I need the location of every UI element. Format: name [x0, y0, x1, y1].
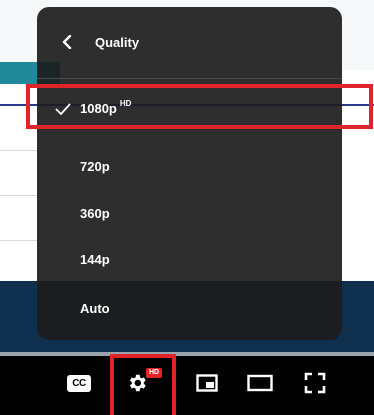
selected-option-highlight: [26, 84, 373, 129]
theater-mode-button[interactable]: [246, 372, 274, 394]
quality-option-label: Auto: [80, 301, 110, 316]
subtitles-button[interactable]: CC: [66, 372, 92, 394]
quality-option-360p[interactable]: 360p: [37, 194, 342, 234]
miniplayer-icon: [196, 374, 218, 392]
settings-button-highlight: [110, 354, 176, 415]
chevron-left-icon[interactable]: [61, 35, 73, 49]
quality-option-720p[interactable]: 720p: [37, 147, 342, 187]
fullscreen-button[interactable]: [302, 372, 328, 394]
quality-menu-title: Quality: [95, 35, 140, 50]
quality-option-auto[interactable]: Auto: [37, 289, 342, 329]
quality-menu-header[interactable]: Quality: [37, 7, 342, 77]
subtitles-icon: CC: [67, 374, 91, 392]
player-controls: CC: [18, 362, 353, 408]
subtitles-icon-text: CC: [72, 377, 86, 389]
menu-divider: [37, 78, 342, 79]
theater-mode-icon: [247, 374, 273, 392]
quality-option-label: 360p: [80, 206, 110, 221]
quality-option-label: 720p: [80, 159, 110, 174]
miniplayer-button[interactable]: [194, 372, 220, 394]
quality-menu: Quality 1080p HD 720p 360p 144p Auto: [37, 7, 342, 340]
fullscreen-icon: [304, 372, 326, 394]
quality-option-144p[interactable]: 144p: [37, 240, 342, 280]
quality-option-label: 144p: [80, 252, 110, 267]
